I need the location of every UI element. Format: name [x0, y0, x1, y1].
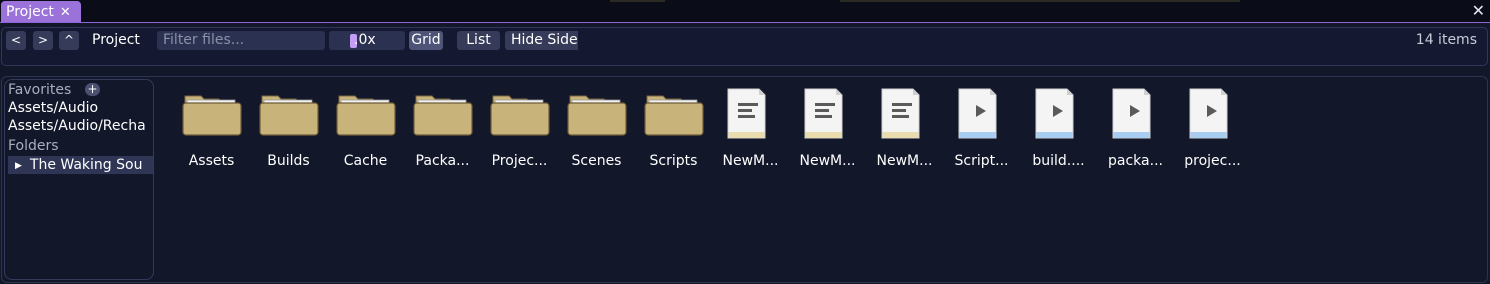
- folder-icon: [250, 87, 327, 143]
- file-item[interactable]: NewM...: [789, 87, 866, 169]
- item-name: NewM...: [722, 153, 779, 169]
- document-icon: [789, 87, 866, 143]
- toolbar: < > ^ Project Filter files... .0x Grid L…: [1, 27, 1488, 66]
- tab-bar: Project ✕ ✕: [0, 0, 1490, 23]
- file-grid: Assets Builds Cache Packa... Projec... Scenes…: [2, 77, 1487, 282]
- folder-item[interactable]: Scripts: [635, 87, 712, 169]
- script-file-icon: [943, 87, 1020, 143]
- tab-project[interactable]: Project ✕: [1, 1, 81, 23]
- item-name: Projec...: [491, 153, 548, 169]
- item-count: 14 items: [1415, 32, 1477, 48]
- document-icon: [712, 87, 789, 143]
- tab-underline: [0, 22, 1490, 23]
- item-name: packa...: [1108, 153, 1163, 169]
- folder-item[interactable]: Builds: [250, 87, 327, 169]
- file-item[interactable]: NewM...: [712, 87, 789, 169]
- tab-close-icon[interactable]: ✕: [60, 6, 71, 19]
- item-name: Packa...: [415, 153, 470, 169]
- folder-icon: [404, 87, 481, 143]
- file-item[interactable]: build....: [1020, 87, 1097, 169]
- item-name: build....: [1032, 153, 1085, 169]
- folder-icon: [173, 87, 250, 143]
- back-button[interactable]: <: [6, 31, 26, 50]
- folder-icon: [327, 87, 404, 143]
- up-button[interactable]: ^: [59, 31, 79, 50]
- forward-button[interactable]: >: [33, 31, 53, 50]
- item-name: Scenes: [571, 153, 622, 169]
- script-file-icon: [1020, 87, 1097, 143]
- file-item[interactable]: projec...: [1174, 87, 1251, 169]
- folder-item[interactable]: Scenes: [558, 87, 635, 169]
- item-name: Scripts: [649, 153, 698, 169]
- script-file-icon: [1097, 87, 1174, 143]
- content-area: Favorites + Assets/Audio Assets/Audio/Re…: [1, 76, 1488, 283]
- file-item[interactable]: packa...: [1097, 87, 1174, 169]
- zoom-value: .0x: [354, 32, 376, 48]
- folder-item[interactable]: Projec...: [481, 87, 558, 169]
- background-strip: [610, 0, 665, 2]
- list-view-button[interactable]: List: [457, 31, 500, 50]
- project-window: Project ✕ ✕ < > ^ Project Filter files..…: [0, 0, 1490, 284]
- grid-view-button[interactable]: Grid: [409, 31, 443, 50]
- hide-sidebar-button[interactable]: Hide Side: [505, 31, 578, 50]
- file-item[interactable]: NewM...: [866, 87, 943, 169]
- item-name: NewM...: [876, 153, 933, 169]
- background-strip: [840, 0, 1240, 2]
- tab-label: Project: [6, 4, 54, 20]
- folder-item[interactable]: Cache: [327, 87, 404, 169]
- item-name: NewM...: [799, 153, 856, 169]
- item-name: Cache: [343, 153, 388, 169]
- breadcrumb[interactable]: Project: [92, 31, 140, 50]
- item-name: Script...: [954, 153, 1009, 169]
- folder-item[interactable]: Packa...: [404, 87, 481, 169]
- folder-icon: [558, 87, 635, 143]
- filter-input[interactable]: Filter files...: [157, 31, 325, 50]
- file-item[interactable]: Script...: [943, 87, 1020, 169]
- window-close-icon[interactable]: ✕: [1472, 3, 1485, 19]
- folder-icon: [635, 87, 712, 143]
- item-name: projec...: [1184, 153, 1241, 169]
- zoom-slider[interactable]: .0x: [329, 31, 405, 50]
- document-icon: [866, 87, 943, 143]
- item-name: Assets: [188, 153, 235, 169]
- folder-icon: [481, 87, 558, 143]
- folder-item[interactable]: Assets: [173, 87, 250, 169]
- script-file-icon: [1174, 87, 1251, 143]
- item-name: Builds: [267, 153, 310, 169]
